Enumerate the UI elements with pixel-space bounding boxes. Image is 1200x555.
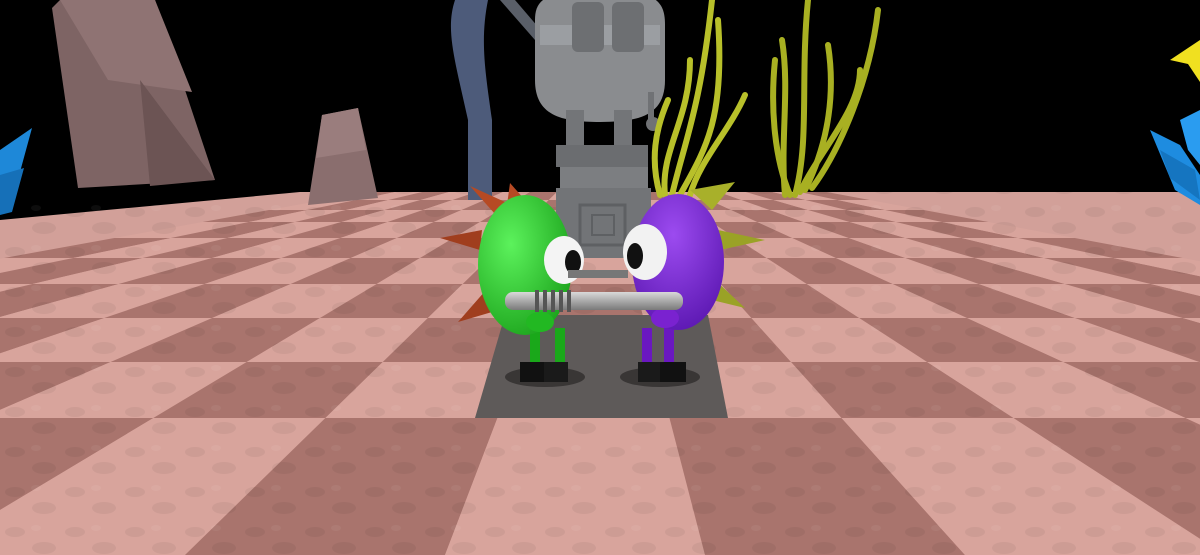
metal-rod [505,290,683,312]
game-scene-svg [0,0,1200,555]
game-viewport [0,0,1200,555]
